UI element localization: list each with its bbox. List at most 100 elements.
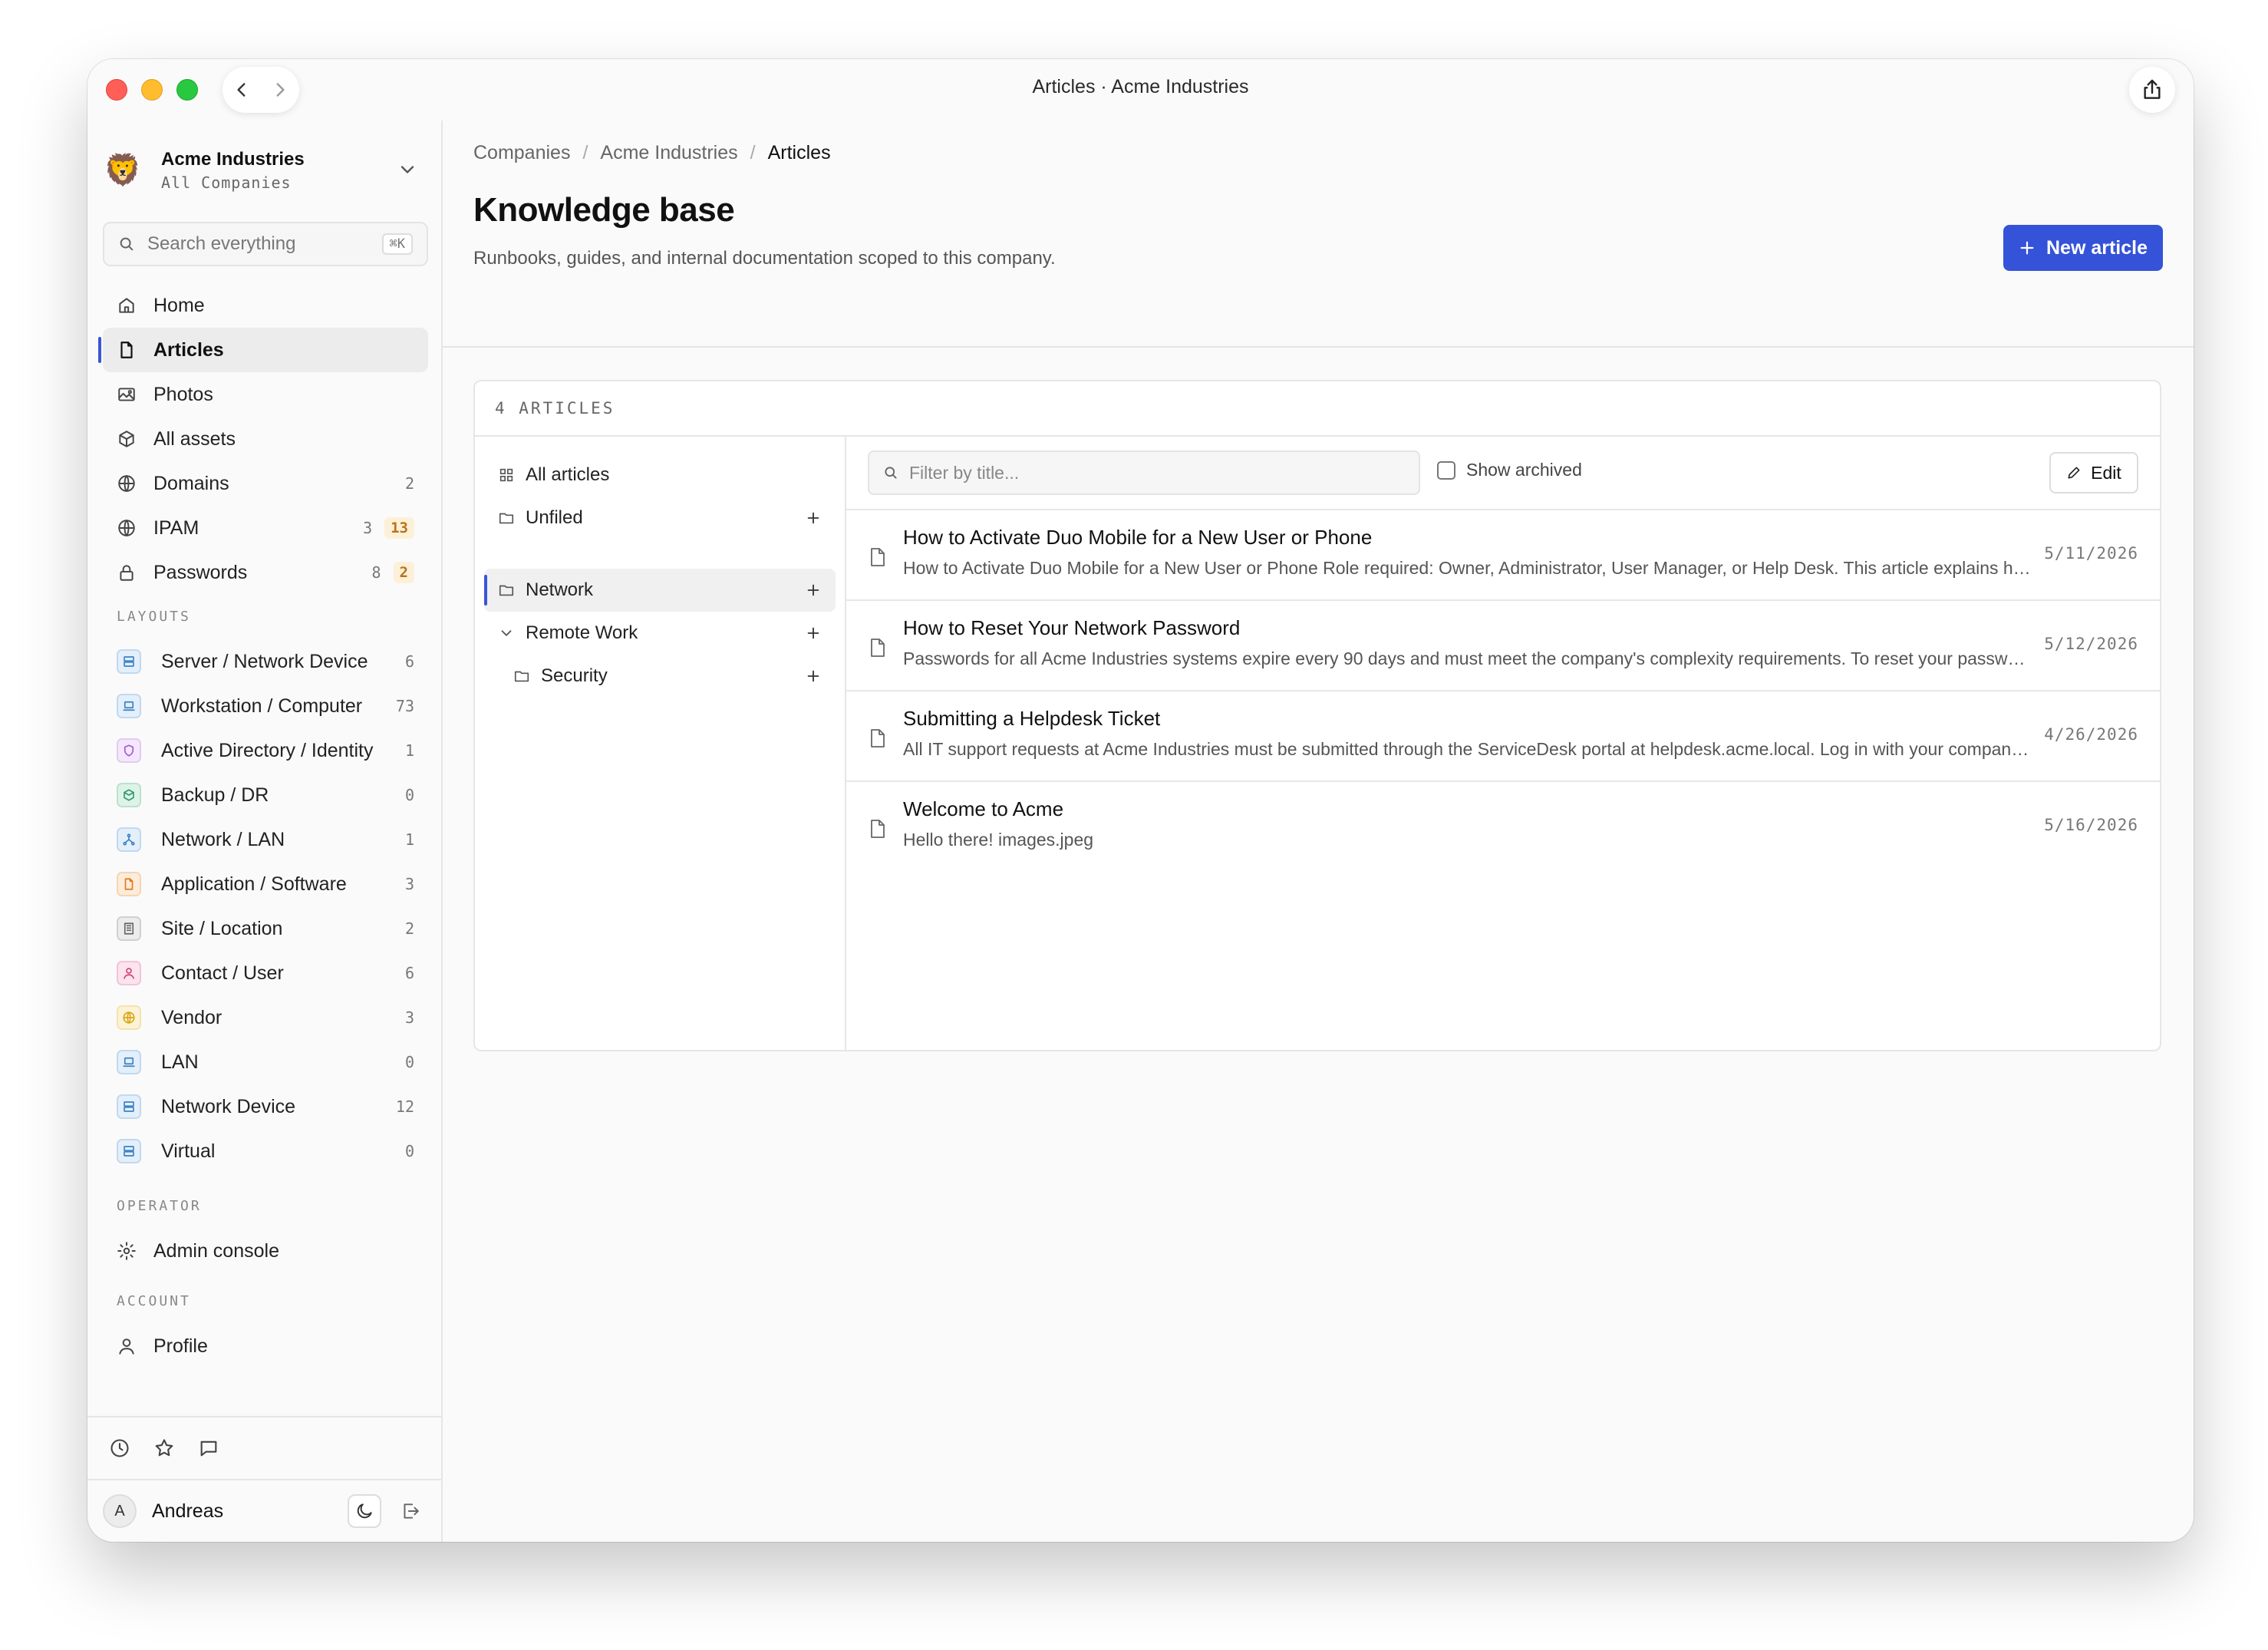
- image-icon: [118, 388, 135, 401]
- item-count: 0: [404, 1053, 414, 1071]
- sidebar-layout-item[interactable]: LAN 0: [103, 1040, 428, 1084]
- avatar[interactable]: A: [103, 1494, 137, 1528]
- article-row[interactable]: How to Activate Duo Mobile for a New Use…: [846, 510, 2160, 601]
- filter-field[interactable]: [868, 450, 1420, 495]
- sidebar-item-articles[interactable]: Articles: [98, 328, 428, 372]
- plus-icon[interactable]: [805, 510, 822, 526]
- item-count: 1: [404, 830, 414, 849]
- sidebar-item-home[interactable]: Home: [103, 283, 428, 328]
- article-title[interactable]: How to Activate Duo Mobile for a New Use…: [903, 526, 1372, 549]
- sidebar-layout-item[interactable]: Contact / User 6: [103, 951, 428, 995]
- laptop-icon: [123, 701, 135, 711]
- article-row[interactable]: How to Reset Your Network Password Passwo…: [846, 601, 2160, 691]
- article-date: 4/26/2026: [2044, 725, 2138, 744]
- sidebar-item-label: Workstation / Computer: [161, 695, 363, 717]
- sidebar-item-all-assets[interactable]: All assets: [103, 417, 428, 461]
- tree-item-folder-remote-work[interactable]: Remote Work: [484, 612, 836, 655]
- sidebar-layout-item[interactable]: Application / Software 3: [103, 862, 428, 906]
- company-switcher[interactable]: 🦁 Acme Industries All Companies: [103, 144, 426, 197]
- company-scope: All Companies: [161, 173, 292, 192]
- page-header: Companies / Acme Industries / Articles K…: [443, 120, 2194, 348]
- clock-icon[interactable]: [109, 1437, 130, 1459]
- sidebar-item-label: Backup / DR: [161, 784, 269, 806]
- sidebar-item-label: Network / LAN: [161, 828, 285, 850]
- folder-icon: [499, 513, 514, 524]
- box-icon: [124, 789, 134, 801]
- breadcrumb-company[interactable]: Acme Industries: [600, 142, 737, 164]
- theme-toggle-button[interactable]: [348, 1494, 381, 1528]
- sidebar-layout-item[interactable]: Network Device 12: [103, 1084, 428, 1129]
- sidebar-layout-item[interactable]: Site / Location 2: [103, 906, 428, 951]
- list-toolbar: Show archived Edit: [846, 437, 2160, 510]
- sidebar-layout-item[interactable]: Network / LAN 1: [103, 817, 428, 862]
- folder-icon: [499, 585, 514, 596]
- edit-button[interactable]: Edit: [2049, 452, 2138, 493]
- new-article-button[interactable]: New article: [2003, 225, 2163, 271]
- article-list: How to Activate Duo Mobile for a New Use…: [846, 510, 2160, 873]
- global-search[interactable]: Search everything ⌘K: [103, 222, 428, 266]
- sidebar-item-photos[interactable]: Photos: [103, 372, 428, 417]
- search-icon: [885, 467, 897, 479]
- sidebar-item-domains[interactable]: Domains 2: [103, 461, 428, 506]
- sidebar-item-label: Home: [153, 294, 205, 316]
- logout-icon: [404, 1503, 419, 1519]
- tree-item-folder-network[interactable]: Network: [484, 569, 836, 612]
- sidebar-item-profile[interactable]: Profile: [103, 1324, 428, 1368]
- breadcrumb-current: Articles: [767, 142, 831, 163]
- sidebar-layout-item[interactable]: Virtual 0: [103, 1129, 428, 1173]
- chevron-down-icon: [401, 166, 414, 173]
- sidebar-item-label: Application / Software: [161, 873, 347, 895]
- sidebar-layout-item[interactable]: Backup / DR 0: [103, 773, 428, 817]
- article-date: 5/11/2026: [2044, 544, 2138, 563]
- sidebar-item-label: Site / Location: [161, 917, 283, 939]
- article-row[interactable]: Submitting a Helpdesk Ticket All IT suppo…: [846, 691, 2160, 782]
- breadcrumb-separator: /: [582, 142, 588, 163]
- building-icon: [124, 922, 134, 935]
- laptop-icon: [123, 1057, 135, 1068]
- company-name: Acme Industries: [161, 149, 305, 170]
- warning-badge: 13: [384, 517, 414, 539]
- breadcrumb-companies[interactable]: Companies: [473, 142, 570, 164]
- sidebar-layout-item[interactable]: Vendor 3: [103, 995, 428, 1040]
- cube-icon: [119, 431, 134, 447]
- share-button[interactable]: [2129, 67, 2175, 113]
- tree-item-folder-security[interactable]: Security: [484, 655, 836, 698]
- article-title[interactable]: Welcome to Acme: [903, 797, 1063, 821]
- article-title[interactable]: How to Reset Your Network Password: [903, 616, 1240, 640]
- chat-icon[interactable]: [198, 1437, 219, 1459]
- article-excerpt: All IT support requests at Acme Industri…: [903, 739, 2031, 759]
- article-title[interactable]: Submitting a Helpdesk Ticket: [903, 707, 1160, 731]
- show-archived-toggle[interactable]: Show archived: [1437, 460, 1582, 480]
- article-row[interactable]: Welcome to Acme Hello there! images.jpeg 5…: [846, 782, 2160, 873]
- sidebar-item-ipam[interactable]: IPAM 3 13: [103, 506, 428, 550]
- layout-type-icon: [117, 1005, 141, 1030]
- show-archived-label: Show archived: [1466, 460, 1582, 480]
- layout-type-icon: [117, 1094, 141, 1119]
- sidebar-item-passwords[interactable]: Passwords 8 2: [103, 550, 428, 595]
- tree-item-unfiled[interactable]: Unfiled: [484, 497, 836, 540]
- sidebar-layout-item[interactable]: Workstation / Computer 73: [103, 684, 428, 728]
- item-count: 6: [404, 652, 414, 671]
- plus-icon[interactable]: [805, 582, 822, 599]
- user-icon: [124, 968, 134, 979]
- plus-icon[interactable]: [805, 625, 822, 642]
- chevron-down-icon[interactable]: [498, 625, 515, 642]
- filter-input[interactable]: [909, 462, 1405, 483]
- item-count: 3: [404, 875, 414, 893]
- edit-label: Edit: [2091, 462, 2121, 483]
- star-icon[interactable]: [153, 1437, 175, 1459]
- show-archived-checkbox[interactable]: [1437, 460, 1455, 480]
- sidebar-layout-item[interactable]: Active Directory / Identity 1: [103, 728, 428, 773]
- article-excerpt: Hello there! images.jpeg: [903, 830, 1094, 850]
- gear-icon: [117, 1242, 136, 1260]
- tree-item-all-articles[interactable]: All articles: [484, 454, 836, 497]
- layout-type-icon: [117, 827, 141, 852]
- plus-icon[interactable]: [805, 668, 822, 685]
- folder-icon: [514, 671, 529, 682]
- item-count: 3: [404, 1008, 414, 1027]
- sidebar-layout-item[interactable]: Server / Network Device 6: [103, 639, 428, 684]
- sidebar-nav: Home Articles Photos All assets Domains …: [98, 283, 428, 1368]
- logout-button[interactable]: [395, 1496, 426, 1526]
- sidebar-item-admin-console[interactable]: Admin console: [103, 1229, 428, 1273]
